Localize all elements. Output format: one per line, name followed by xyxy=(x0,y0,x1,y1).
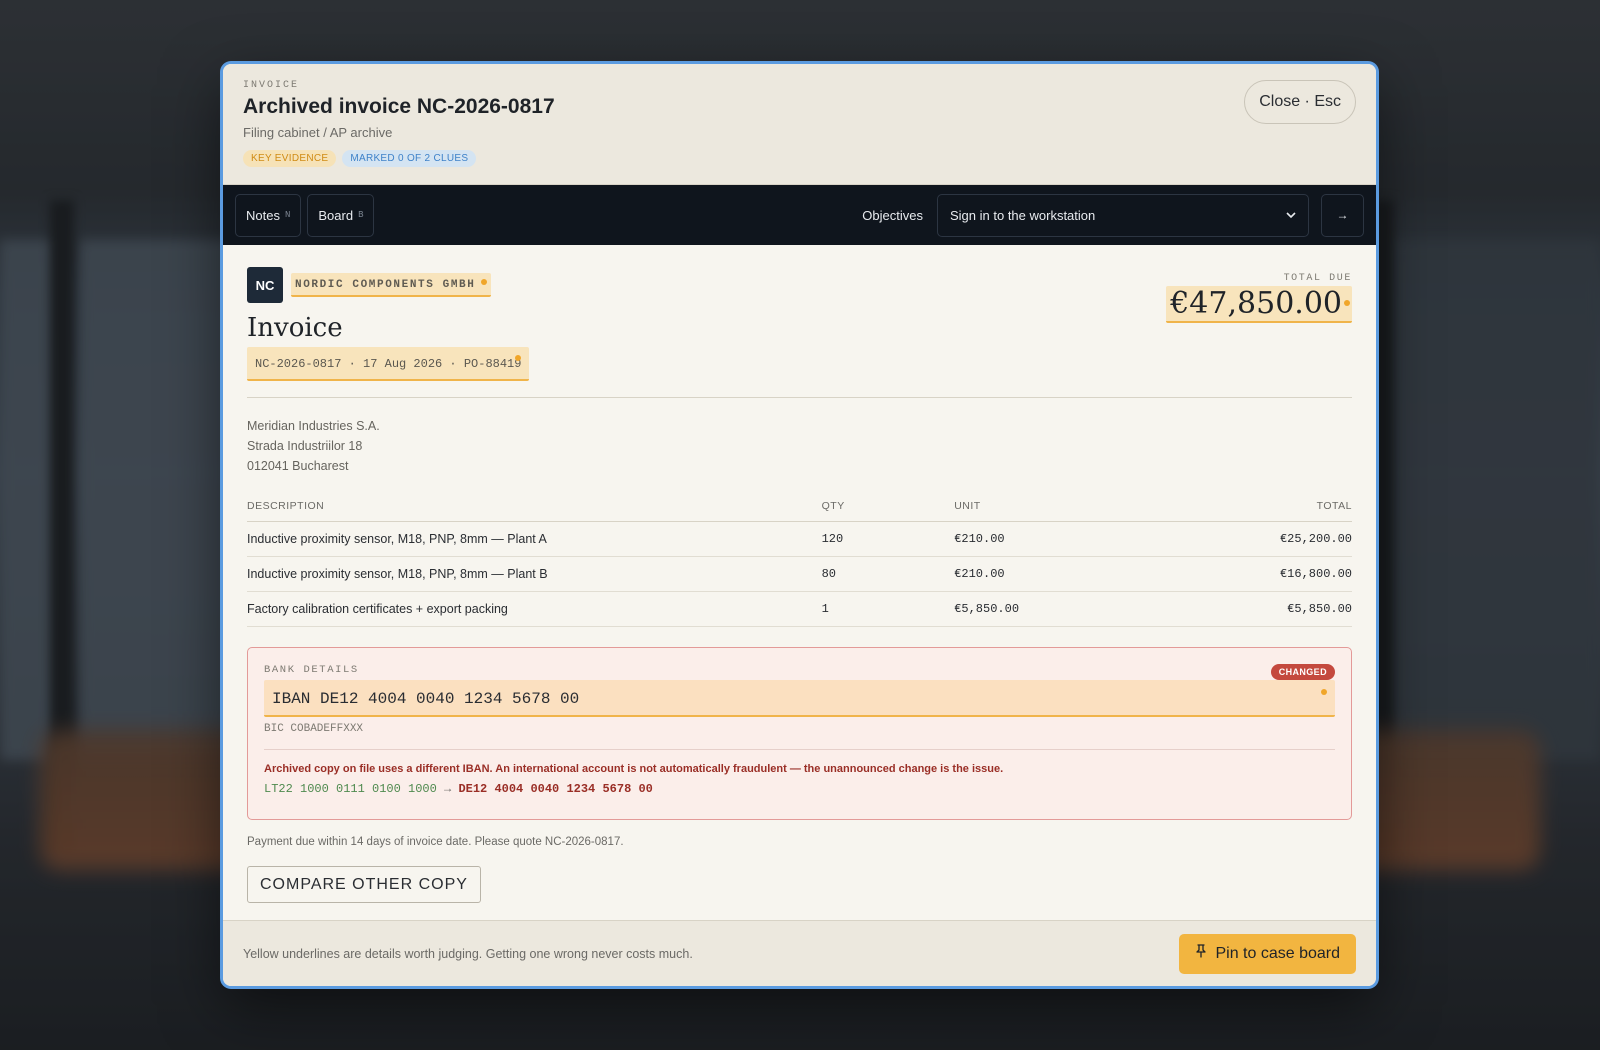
row-unit: €210.00 xyxy=(954,521,1154,557)
objective-selected: Sign in to the workstation xyxy=(950,207,1096,223)
address-line: Meridian Industries S.A. xyxy=(247,419,380,433)
billing-address: Meridian Industries S.A. Strada Industri… xyxy=(247,416,1352,476)
compare-other-copy-button[interactable]: COMPARE OTHER COPY xyxy=(247,866,481,903)
marked-clues-badge: MARKED 0 OF 2 CLUES xyxy=(342,150,477,167)
invoice-meta: NC-2026-0817 · 17 Aug 2026 · PO-88419 xyxy=(255,357,522,371)
new-iban: DE12 4004 0040 1234 5678 00 xyxy=(458,782,653,796)
vendor-name-clue[interactable]: NORDIC COMPONENTS GMBH xyxy=(291,273,492,297)
pin-label: Pin to case board xyxy=(1215,944,1340,962)
vendor-logo: NC xyxy=(247,267,283,303)
bank-details-label: BANK DETAILS xyxy=(264,664,359,676)
address-line: 012041 Bucharest xyxy=(247,459,349,473)
close-button[interactable]: Close · Esc xyxy=(1244,80,1356,124)
col-description: DESCRIPTION xyxy=(247,500,822,522)
table-row: Factory calibration certificates + expor… xyxy=(247,591,1352,627)
clue-marker-icon xyxy=(1321,689,1327,695)
table-row: Inductive proximity sensor, M18, PNP, 8m… xyxy=(247,556,1352,592)
row-description: Inductive proximity sensor, M18, PNP, 8m… xyxy=(247,556,822,592)
row-unit: €210.00 xyxy=(954,556,1154,592)
row-qty: 1 xyxy=(821,591,955,627)
board-shortcut: B xyxy=(358,210,364,220)
objective-next-button[interactable]: → xyxy=(1321,193,1364,237)
pushpin-icon xyxy=(1195,944,1207,963)
key-evidence-badge: KEY EVIDENCE xyxy=(243,150,337,167)
col-qty: QTY xyxy=(821,500,955,522)
row-total: €16,800.00 xyxy=(1153,556,1352,592)
row-description: Factory calibration certificates + expor… xyxy=(247,591,822,627)
row-total: €25,200.00 xyxy=(1153,521,1352,557)
iban-value: IBAN DE12 4004 0040 1234 5678 00 xyxy=(272,690,580,708)
notes-label: Notes xyxy=(246,207,280,223)
objectives-select[interactable]: Sign in to the workstation xyxy=(937,193,1309,237)
invoice-modal: INVOICE Archived invoice NC-2026-0817 Fi… xyxy=(223,64,1376,986)
vendor-name: NORDIC COMPONENTS GMBH xyxy=(295,279,476,291)
row-description: Inductive proximity sensor, M18, PNP, 8m… xyxy=(247,521,822,557)
chevron-down-icon xyxy=(1286,208,1296,222)
toolbar: Notes N Board B Objectives Sign in to th… xyxy=(223,185,1376,245)
board-button[interactable]: Board B xyxy=(307,193,375,237)
modal-header: INVOICE Archived invoice NC-2026-0817 Fi… xyxy=(223,64,1376,185)
row-qty: 120 xyxy=(821,521,955,557)
clue-marker-icon xyxy=(1344,300,1350,306)
arrow-right-icon: → xyxy=(1336,208,1349,222)
table-row: Inductive proximity sensor, M18, PNP, 8m… xyxy=(247,521,1352,557)
bank-details-panel: BANK DETAILS CHANGED IBAN DE12 4004 0040… xyxy=(247,647,1352,820)
total-amount-clue[interactable]: €47,850.00 xyxy=(1166,286,1352,323)
objectives-label: Objectives xyxy=(862,207,923,223)
total-amount: €47,850.00 xyxy=(1170,286,1342,321)
invoice-document: NC NORDIC COMPONENTS GMBH Invoice NC-202… xyxy=(223,245,1376,908)
notes-shortcut: N xyxy=(284,210,291,220)
bic-value: BIC COBADEFFXXX xyxy=(264,723,364,735)
iban-diff: LT22 1000 0111 0100 1000 → DE12 4004 004… xyxy=(264,782,1335,796)
divider xyxy=(264,749,1335,750)
arrow-right-icon: → xyxy=(444,782,452,796)
modal-footer: Yellow underlines are details worth judg… xyxy=(223,920,1376,986)
divider xyxy=(247,397,1352,398)
row-unit: €5,850.00 xyxy=(954,591,1154,627)
payment-note: Payment due within 14 days of invoice da… xyxy=(247,836,624,848)
changed-badge: CHANGED xyxy=(1270,664,1335,680)
line-items-table: DESCRIPTION QTY UNIT TOTAL Inductive pro… xyxy=(247,500,1352,627)
col-unit: UNIT xyxy=(954,500,1154,522)
row-total: €5,850.00 xyxy=(1153,591,1352,627)
total-due-label: TOTAL DUE xyxy=(1283,273,1352,284)
old-iban: LT22 1000 0111 0100 1000 xyxy=(264,782,437,796)
invoice-meta-clue[interactable]: NC-2026-0817 · 17 Aug 2026 · PO-88419 xyxy=(247,347,530,381)
iban-clue[interactable]: IBAN DE12 4004 0040 1234 5678 00 xyxy=(264,680,1335,717)
notes-button[interactable]: Notes N xyxy=(235,193,302,237)
row-qty: 80 xyxy=(821,556,955,592)
footer-hint: Yellow underlines are details worth judg… xyxy=(243,946,693,961)
iban-warning: Archived copy on file uses a different I… xyxy=(264,763,1004,775)
total-due: TOTAL DUE €47,850.00 xyxy=(1166,273,1352,323)
modal-subtitle: Filing cabinet / AP archive xyxy=(243,125,393,140)
modal-eyebrow: INVOICE xyxy=(243,80,300,91)
clue-marker-icon xyxy=(481,279,488,285)
col-total: TOTAL xyxy=(1153,500,1352,522)
board-label: Board xyxy=(318,207,354,223)
pin-to-case-board-button[interactable]: Pin to case board xyxy=(1179,933,1356,974)
modal-title: Archived invoice NC-2026-0817 xyxy=(243,95,555,118)
address-line: Strada Industriilor 18 xyxy=(247,439,363,453)
